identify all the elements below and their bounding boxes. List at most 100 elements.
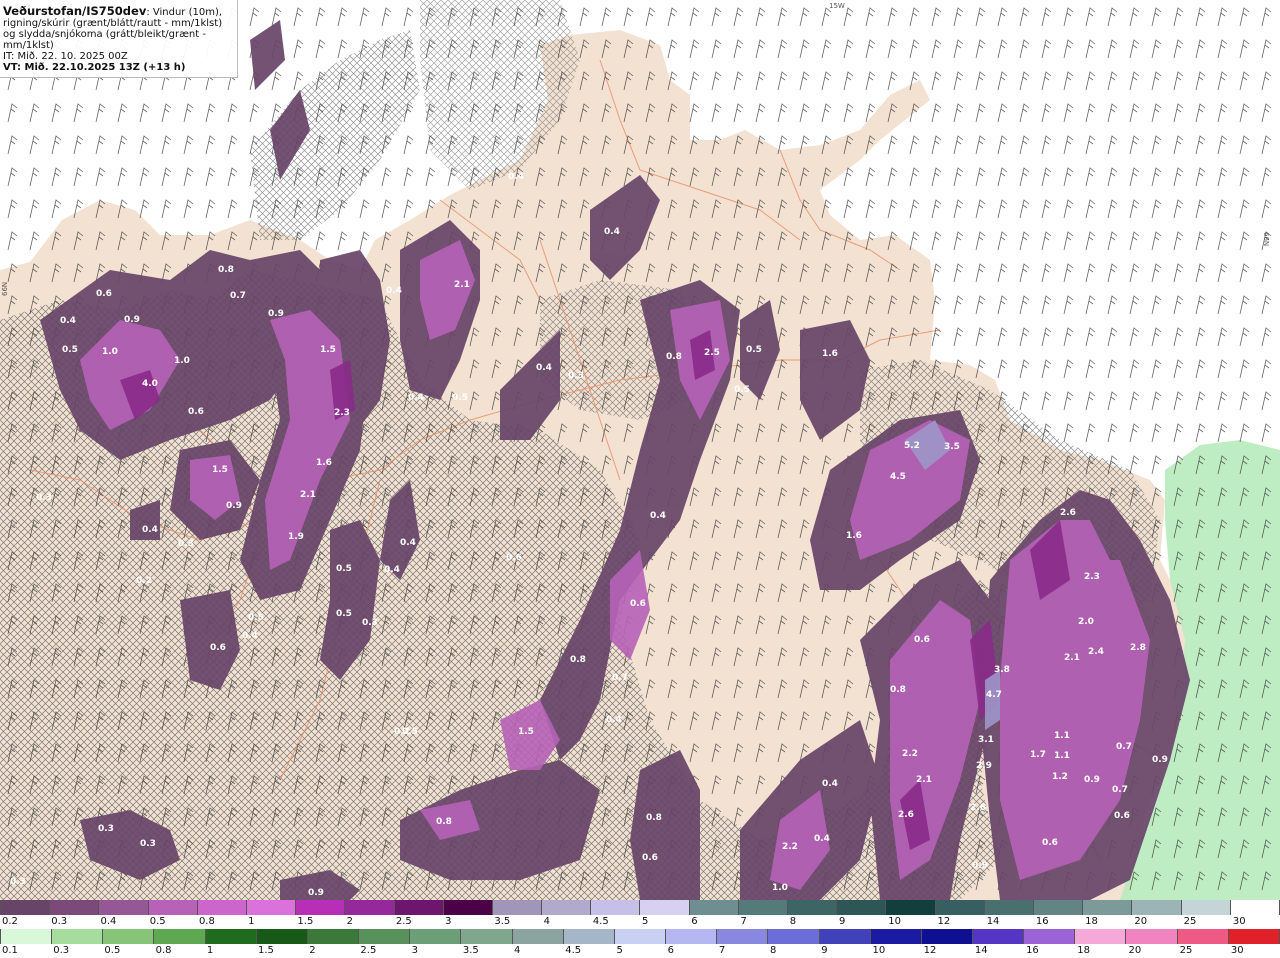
precip-value-label: 0.9 (1084, 775, 1100, 785)
legend_bot-swatch (1024, 929, 1076, 944)
precip-value-label: 1.5 (518, 727, 534, 737)
precip-value-label: 1.1 (1054, 751, 1070, 761)
legend_top-label: 2 (346, 916, 354, 927)
precip-value-label: 1.6 (316, 458, 332, 468)
precip-value-label: 3.8 (994, 665, 1010, 675)
brand-title: Veðurstofan/IS750dev (3, 4, 147, 18)
precip-value-label: 0.9 (308, 888, 324, 898)
legend_bot-label: 4 (514, 945, 521, 956)
precip-value-label: 2.0 (1078, 617, 1094, 627)
precip-value-label: 0.8 (666, 352, 682, 362)
precip-value-label: 2.2 (782, 842, 798, 852)
precip-value-label: 0.6 (96, 289, 112, 299)
legend_bot-swatch (103, 929, 155, 944)
legend_top-label: 0.3 (51, 916, 68, 927)
legend_top-swatch (246, 900, 297, 915)
legend_top-swatch (1033, 900, 1084, 915)
precip-value-label: 0.4 (384, 565, 400, 575)
precip-value-label: 0.7 (612, 673, 628, 683)
precip-value-label: 0.3 (98, 824, 114, 834)
legend_top-swatch (1181, 900, 1231, 915)
precip-value-label: 2.6 (898, 810, 914, 820)
legend_bot-label: 2.5 (360, 945, 377, 956)
legend_bot-swatch (666, 929, 718, 944)
precip-value-label: 1.0 (174, 356, 190, 366)
precip-value-label: 2.9 (976, 761, 992, 771)
legend_top-label: 4.5 (592, 916, 609, 927)
precip-value-label: 0.8 (218, 265, 234, 275)
precip-value-label: 4.5 (890, 472, 906, 482)
legend_top-swatch (1230, 900, 1280, 915)
legend_top-swatch (788, 900, 838, 915)
precip-value-label: 1.6 (822, 349, 838, 359)
precip-value-label: 0.8 (890, 685, 906, 695)
precip-value-label: 0.4 (508, 172, 524, 182)
precip-value-label: 0.4 (822, 779, 838, 789)
weather-map[interactable]: 0.6 0.4 0.5 0.9 1.0 1.0 4.0 0.8 0.7 0.9 1.5 2.3 1.6 2… (0, 0, 1280, 900)
legend_top-label: 25 (1183, 916, 1197, 927)
legend_bot-label: 20 (1128, 945, 1142, 956)
precip-value-label: 4.0 (142, 379, 158, 389)
grid-label-right: 66N (1262, 232, 1270, 247)
legend_bot-swatch (256, 929, 308, 944)
legend_top-swatch (296, 900, 346, 915)
legend_bot-label: 9 (821, 945, 828, 956)
legend_bot-label: 6 (667, 945, 675, 956)
precip-value-label: 2.5 (704, 348, 720, 358)
legend_top-swatch (1132, 900, 1182, 915)
precip-value-label: 0.6 (210, 643, 226, 653)
legend_bot-label: 7 (718, 945, 726, 956)
legend_bot-swatch (972, 929, 1025, 944)
precip-value-label: 0.6 (506, 553, 522, 563)
legend_top-label: 16 (1035, 916, 1049, 927)
grid-label-top: 15W (829, 2, 845, 10)
legend_top-label: 0.4 (100, 916, 117, 927)
legend_bot-label: 16 (1026, 945, 1039, 956)
legend_bot-swatch (1075, 929, 1127, 944)
precip-value-label: 2.1 (1064, 653, 1080, 663)
precip-value-label: 0.4 (408, 393, 424, 403)
legend_top-swatch (0, 900, 51, 915)
precip-value-label: 0.6 (642, 853, 658, 863)
legend_bot-label: 2 (309, 945, 316, 956)
legend_bot-swatch (512, 929, 564, 944)
legend_bot-swatch (1228, 929, 1280, 944)
legend_top-label: 8 (789, 916, 797, 927)
precip-value-label: 3.1 (978, 735, 994, 745)
legend_bot-label: 0.3 (53, 945, 70, 956)
legend_bot-label: 25 (1179, 945, 1193, 956)
precip-value-label: 0.3 (36, 493, 52, 503)
legend_top-label: 1 (248, 916, 255, 927)
legend_bot-label: 5 (616, 945, 623, 956)
legend_top-label: 18 (1085, 916, 1098, 927)
precip-value-label: 0.3 (362, 618, 378, 628)
legend_bot-label: 0.1 (2, 945, 18, 956)
precip-value-label: 0.4 (400, 538, 416, 548)
legend_top-label: 4 (543, 916, 550, 927)
legend_top-label: 12 (937, 916, 951, 927)
precip-value-label: 2.6 (1060, 508, 1076, 518)
precip-value-label: 0.5 (336, 564, 352, 574)
legend_top-swatch (542, 900, 592, 915)
precip-value-label: 0.6 (1114, 811, 1130, 821)
precip-value-label: 0.3 (568, 371, 584, 381)
precip-value-label: 0.4 (604, 227, 620, 237)
precip-value-label: 0.9 (972, 861, 988, 871)
precip-value-label: 0.9 (226, 501, 242, 511)
precip-value-label: 0.4 (242, 631, 258, 641)
precip-value-label: 1.1 (1054, 731, 1070, 741)
legend_top-swatch (443, 900, 493, 915)
legend_bot-label: 3 (411, 945, 418, 956)
precip-value-label: 0.8 (646, 813, 662, 823)
legend_top-label: 10 (888, 916, 901, 927)
precip-value-label: 0.7 (230, 291, 246, 301)
legend_top-label: 5 (642, 916, 649, 927)
precip-value-label: 0.9 (268, 309, 284, 319)
init-time: IT: Mið. 22. 10. 2025 00Z (3, 51, 128, 62)
legend_bot-label: 12 (923, 945, 937, 956)
precip-value-label: 2.3 (334, 408, 350, 418)
precip-value-label: 1.5 (320, 345, 336, 355)
precip-value-label: 0.6 (1042, 838, 1058, 848)
legend_bot-label: 18 (1077, 945, 1090, 956)
legend_top-swatch (935, 900, 985, 915)
